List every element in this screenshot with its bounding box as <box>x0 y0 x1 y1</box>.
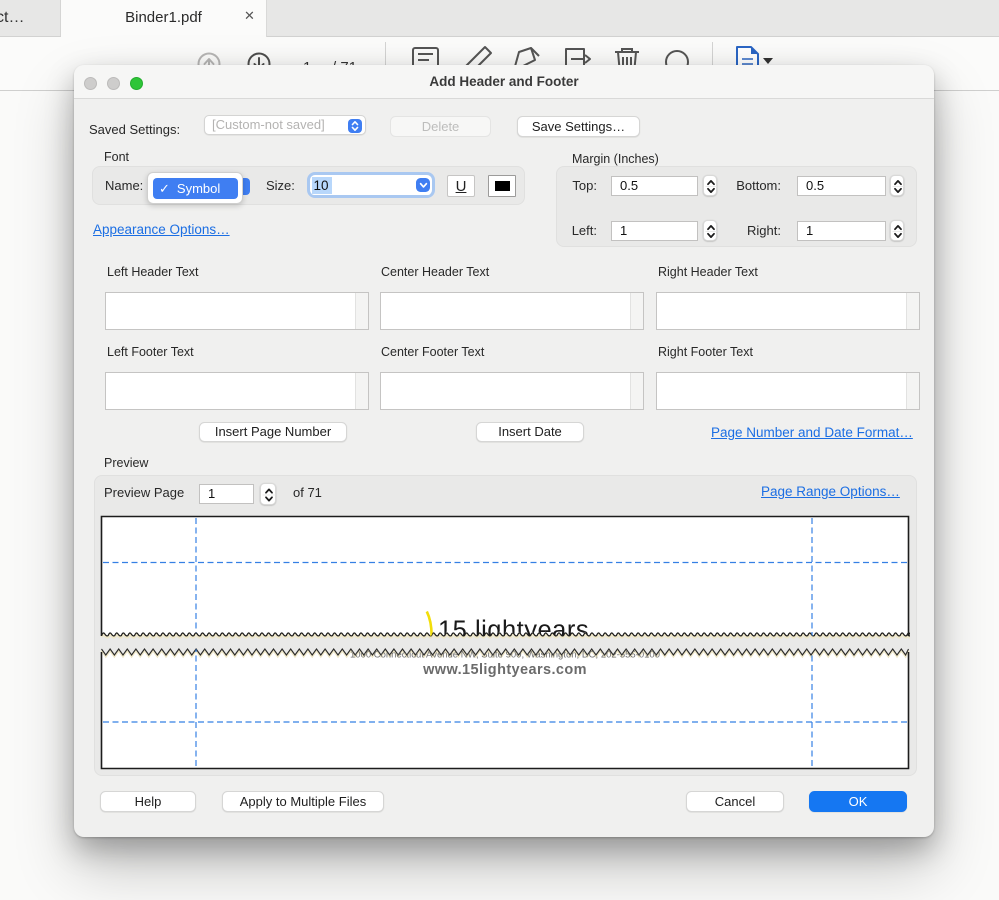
svg-text:15 lightyears: 15 lightyears <box>438 617 589 645</box>
svg-text:www.15lightyears.com: www.15lightyears.com <box>422 662 587 678</box>
svg-text:1000 Connecticut Avenue NW, Su: 1000 Connecticut Avenue NW, Suite 900, W… <box>350 650 660 661</box>
